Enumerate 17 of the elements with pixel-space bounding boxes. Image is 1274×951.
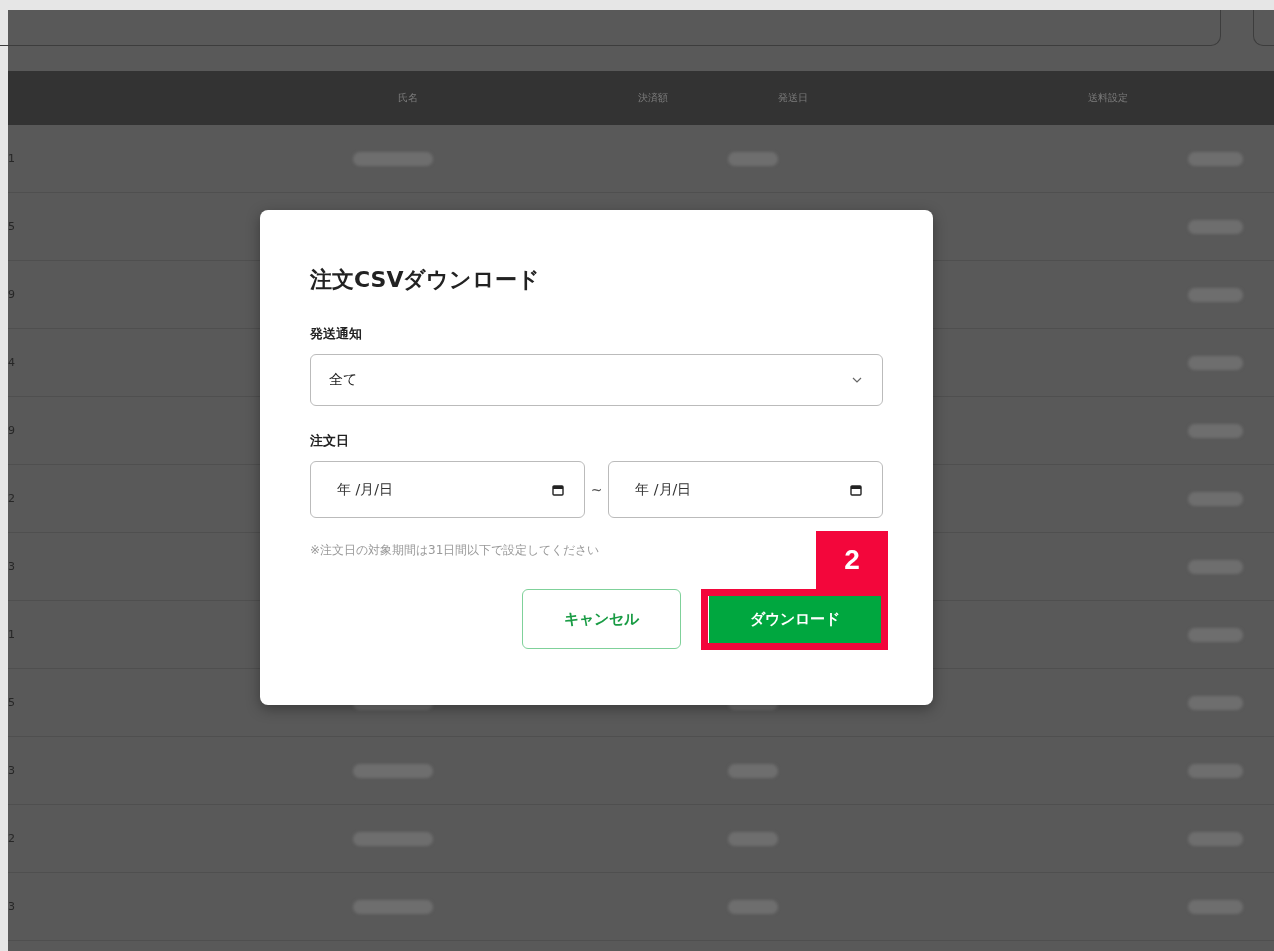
column-header: 決済額 [638,91,669,105]
column-header: 氏名 [397,91,419,105]
range-separator: ~ [590,481,603,498]
calendar-icon [551,483,564,496]
chevron-down-icon [852,377,862,383]
field-label: 注文日 [310,432,350,450]
column-header: 送料設定 [1088,91,1129,105]
select-field[interactable]: 全て [310,354,883,406]
filter-box[interactable] [1253,10,1274,46]
cancel-button[interactable]: キャンセル [522,589,681,649]
date-field[interactable]: 年 /月/日 [310,461,585,518]
step-badge: 2 [816,531,888,589]
calendar-icon [850,483,862,496]
date-field[interactable]: 年 /月/日 [608,461,883,518]
dialog-title: 注文CSVダウンロード [310,266,542,294]
note-text: ※注文日の対象期間は31日間以下で設定してください [310,542,601,559]
field-label: 発送通知 [310,325,363,343]
